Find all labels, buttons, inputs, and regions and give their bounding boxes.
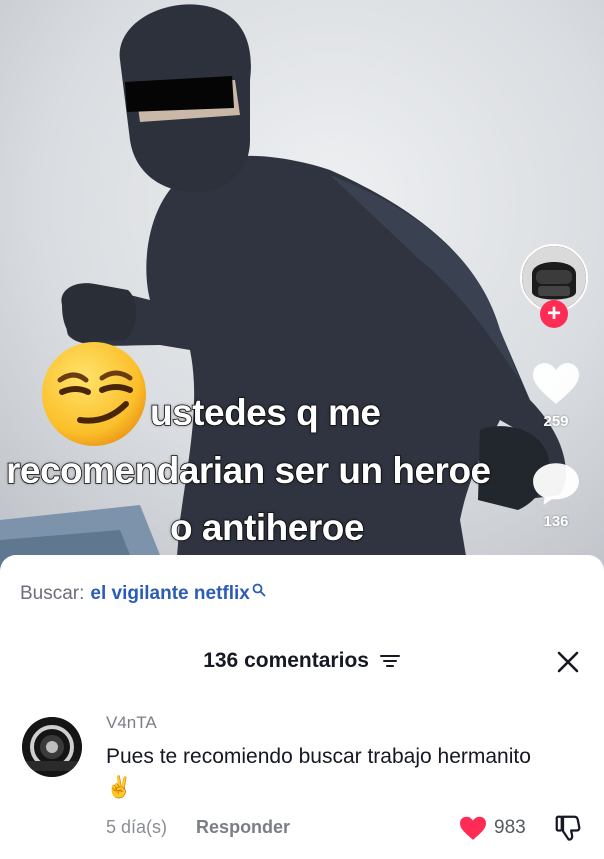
comment-like-count: 983 <box>494 817 526 838</box>
video-frame-figure <box>0 0 604 580</box>
heart-filled-icon <box>460 816 486 840</box>
comment-text: Pues te recomiendo buscar trabajo herman… <box>106 745 531 799</box>
video-caption-line-2: recomendarian ser un heroe <box>5 449 492 492</box>
camera-lens-icon <box>22 717 82 777</box>
search-icon <box>252 583 266 597</box>
reply-button[interactable]: Responder <box>196 817 290 837</box>
comment-like-button[interactable]: 983 <box>458 815 526 841</box>
related-search-link[interactable]: Buscar: el vigilante netflix <box>20 583 266 605</box>
heart-icon <box>533 363 579 404</box>
like-count: 259 <box>543 413 569 430</box>
comments-sheet: Buscar: el vigilante netflix 136 comenta… <box>0 555 604 859</box>
search-label: Buscar: <box>20 583 85 604</box>
follow-plus-button[interactable]: + <box>540 300 568 328</box>
search-query[interactable]: el vigilante netflix <box>90 583 249 605</box>
comment-meta: 5 día(s) Responder <box>106 817 290 838</box>
comment-item: V4nTA Pues te recomiendo buscar trabajo … <box>0 705 604 855</box>
comment-time: 5 día(s) <box>106 817 168 837</box>
video-player[interactable]: ustedes q me recomendarian ser un heroe … <box>0 0 604 580</box>
like-button[interactable]: 259 <box>528 360 584 430</box>
comments-header: 136 comentarios <box>0 649 604 673</box>
dislike-icon[interactable] <box>553 813 583 843</box>
comment-bubble-icon <box>533 463 579 505</box>
sort-icon[interactable] <box>379 653 401 669</box>
commenter-username[interactable]: V4nTA <box>106 713 157 733</box>
comment-button[interactable]: 136 <box>528 460 584 530</box>
close-icon[interactable] <box>554 648 582 676</box>
commenter-avatar[interactable] <box>22 717 82 777</box>
video-caption-line-1: ustedes q me <box>149 391 382 434</box>
smirking-face-emoji <box>42 342 146 446</box>
video-caption-line-3: o antiheroe <box>169 506 365 549</box>
comments-title: 136 comentarios <box>203 649 369 672</box>
creator-avatar[interactable]: + <box>520 244 588 328</box>
comment-count: 136 <box>543 513 569 530</box>
